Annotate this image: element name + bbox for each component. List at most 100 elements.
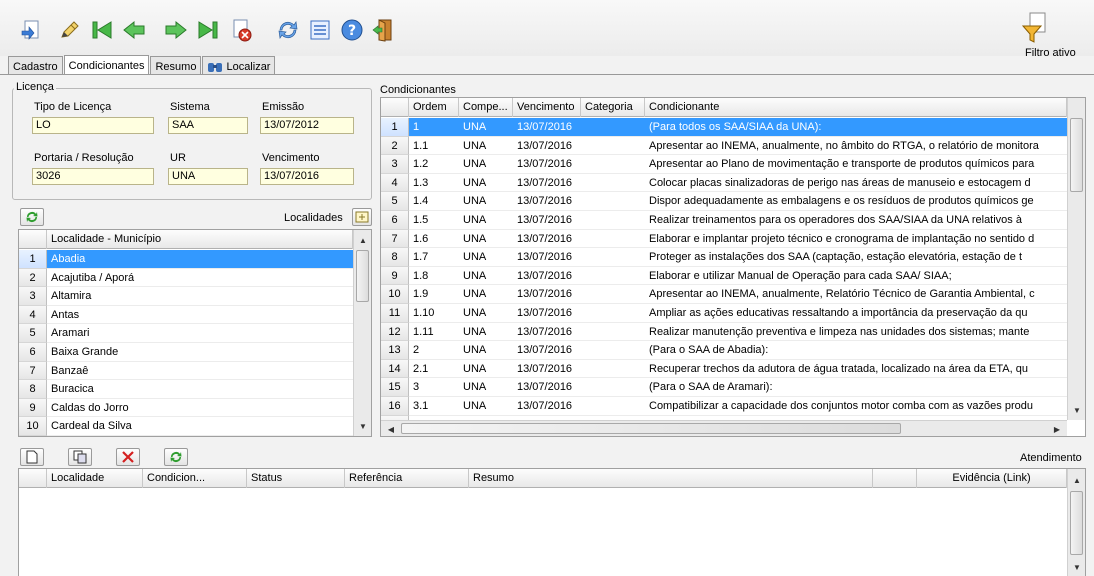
tipo-licenca-field[interactable]: LO [32,117,154,134]
referencia-column-header[interactable]: Referência [345,469,469,488]
scroll-down-arrow-icon[interactable]: ▼ [1069,402,1085,418]
tab-cadastro[interactable]: Cadastro [8,56,63,74]
evidencia-column-header[interactable]: Evidência (Link) [917,469,1067,488]
next-record-icon[interactable] [164,18,188,42]
categoria-cell[interactable] [581,211,645,230]
edit-pencil-icon[interactable] [58,18,82,42]
condicionante-cell[interactable]: Apresentar ao INEMA, anualmente, no âmbi… [645,137,1067,156]
competencia-cell[interactable]: UNA [459,137,513,156]
ur-field[interactable]: UNA [168,168,248,185]
emissao-field[interactable]: 13/07/2012 [260,117,354,134]
localidade-cell[interactable]: Baixa Grande [47,343,353,362]
vencimento-cell[interactable]: 13/07/2016 [513,137,581,156]
localidade-column-header[interactable]: Localidade [47,469,143,488]
condicionante-row[interactable]: 14 2.1 UNA 13/07/2016 Recuperar trechos da a… [381,359,1067,379]
scroll-up-arrow-icon[interactable]: ▲ [1069,472,1085,488]
condicionante-row[interactable]: 8 1.7 UNA 13/07/2016 Proteger as instalações… [381,248,1067,267]
ordem-cell[interactable]: 1.1 [409,137,459,156]
first-record-icon[interactable] [90,18,114,42]
condicionante-cell[interactable]: (Para o SAA de Abadia): [645,341,1067,360]
ordem-cell[interactable]: 1.3 [409,174,459,193]
ordem-column-header[interactable]: Ordem [409,98,459,117]
localidade-cell[interactable]: Altamira [47,287,353,306]
filter-funnel-icon[interactable] [1020,12,1048,44]
help-icon[interactable]: ? [340,18,364,42]
ordem-cell[interactable]: 1.5 [409,211,459,230]
condicionante-cell[interactable]: Realizar treinamentos para os operadores… [645,211,1067,230]
localidade-row[interactable]: 2 Acajutiba / Aporá [19,268,353,288]
condicionantes-horizontal-scrollbar[interactable]: ◀ ▶ [381,420,1067,436]
condicionante-row[interactable]: 13 2 UNA 13/07/2016 (Para o SAA de Abadia): [381,341,1067,360]
categoria-cell[interactable] [581,285,645,304]
localidade-cell[interactable]: Banzaê [47,362,353,381]
scroll-up-arrow-icon[interactable]: ▲ [355,232,371,248]
ordem-cell[interactable]: 1.11 [409,323,459,342]
scroll-thumb[interactable] [1070,491,1083,555]
copy-atendimento-button[interactable] [68,448,92,466]
competencia-cell[interactable]: UNA [459,360,513,379]
tab-localizar[interactable]: Localizar [202,56,276,74]
localidade-cell[interactable]: Caldas do Jorro [47,399,353,418]
condicionante-cell[interactable]: Proteger as instalações dos SAA (captaçã… [645,248,1067,267]
competencia-column-header[interactable]: Compe... [459,98,513,117]
scroll-right-arrow-icon[interactable]: ▶ [1049,421,1065,436]
competencia-cell[interactable]: UNA [459,230,513,249]
condicionante-cell[interactable]: Dispor adequadamente as embalagens e os … [645,192,1067,211]
condicionante-row[interactable]: 2 1.1 UNA 13/07/2016 Apresentar ao INEMA, an… [381,136,1067,156]
vencimento-cell[interactable]: 13/07/2016 [513,397,581,416]
new-atendimento-button[interactable] [20,448,44,466]
condicionante-row[interactable]: 10 1.9 UNA 13/07/2016 Apresentar ao INEMA, a… [381,285,1067,304]
competencia-cell[interactable]: UNA [459,378,513,397]
localidade-row[interactable]: 6 Baixa Grande [19,343,353,362]
refresh-icon[interactable] [276,18,300,42]
delete-atendimento-button[interactable] [116,448,140,466]
ordem-cell[interactable]: 1.2 [409,155,459,174]
ordem-cell[interactable]: 2 [409,341,459,360]
vencimento-field[interactable]: 13/07/2016 [260,168,354,185]
localidade-row[interactable]: 8 Buracica [19,380,353,399]
categoria-cell[interactable] [581,248,645,267]
vencimento-cell[interactable]: 13/07/2016 [513,323,581,342]
categoria-cell[interactable] [581,118,645,137]
vencimento-cell[interactable]: 13/07/2016 [513,118,581,137]
delete-record-icon[interactable] [230,18,254,42]
condicionante-cell[interactable]: Ampliar as ações educativas ressaltando … [645,304,1067,323]
scroll-thumb[interactable] [401,423,901,434]
condicionante-cell[interactable]: (Para todos os SAA/SIAA da UNA): [645,118,1067,137]
refresh-localidades-button[interactable] [20,208,44,226]
localidade-row[interactable]: 10 Cardeal da Silva [19,417,353,436]
new-document-icon[interactable] [20,18,44,42]
condicionante-cell[interactable]: Compatibilizar a capacidade dos conjunto… [645,397,1067,416]
condicionante-row[interactable]: 5 1.4 UNA 13/07/2016 Dispor adequadamente as… [381,192,1067,211]
localidade-cell[interactable]: Antas [47,306,353,325]
refresh-atendimento-button[interactable] [164,448,188,466]
condicionante-row[interactable]: 1 1 UNA 13/07/2016 (Para todos os SAA/SIAA d… [381,118,1067,137]
condicionante-row[interactable]: 9 1.8 UNA 13/07/2016 Elaborar e utilizar Man… [381,266,1067,286]
condicionante-column-header[interactable]: Condicion... [143,469,247,488]
categoria-cell[interactable] [581,137,645,156]
tab-resumo[interactable]: Resumo [150,56,202,74]
competencia-cell[interactable]: UNA [459,248,513,267]
categoria-cell[interactable] [581,304,645,323]
condicionante-cell[interactable]: (Para o SAA de Aramari): [645,378,1067,397]
condicionante-cell[interactable]: Elaborar e utilizar Manual de Operação p… [645,267,1067,286]
condicionante-cell[interactable]: Recuperar trechos da adutora de água tra… [645,360,1067,379]
ordem-cell[interactable]: 1.7 [409,248,459,267]
scroll-thumb[interactable] [356,250,369,302]
atendimento-vertical-scrollbar[interactable]: ▲ ▼ [1067,469,1085,576]
categoria-cell[interactable] [581,174,645,193]
localidade-column-header[interactable]: Localidade - Município [47,230,353,249]
competencia-cell[interactable]: UNA [459,397,513,416]
vencimento-cell[interactable]: 13/07/2016 [513,304,581,323]
localidade-cell[interactable]: Acajutiba / Aporá [47,269,353,288]
competencia-cell[interactable]: UNA [459,174,513,193]
ordem-cell[interactable]: 1.9 [409,285,459,304]
localidade-cell[interactable]: Abadia [47,250,353,269]
localidade-row[interactable]: 4 Antas [19,305,353,325]
localidade-row[interactable]: 5 Aramari [19,324,353,343]
vencimento-cell[interactable]: 13/07/2016 [513,267,581,286]
categoria-cell[interactable] [581,323,645,342]
resumo-column-header[interactable]: Resumo [469,469,873,488]
categoria-cell[interactable] [581,267,645,286]
portaria-field[interactable]: 3026 [32,168,154,185]
